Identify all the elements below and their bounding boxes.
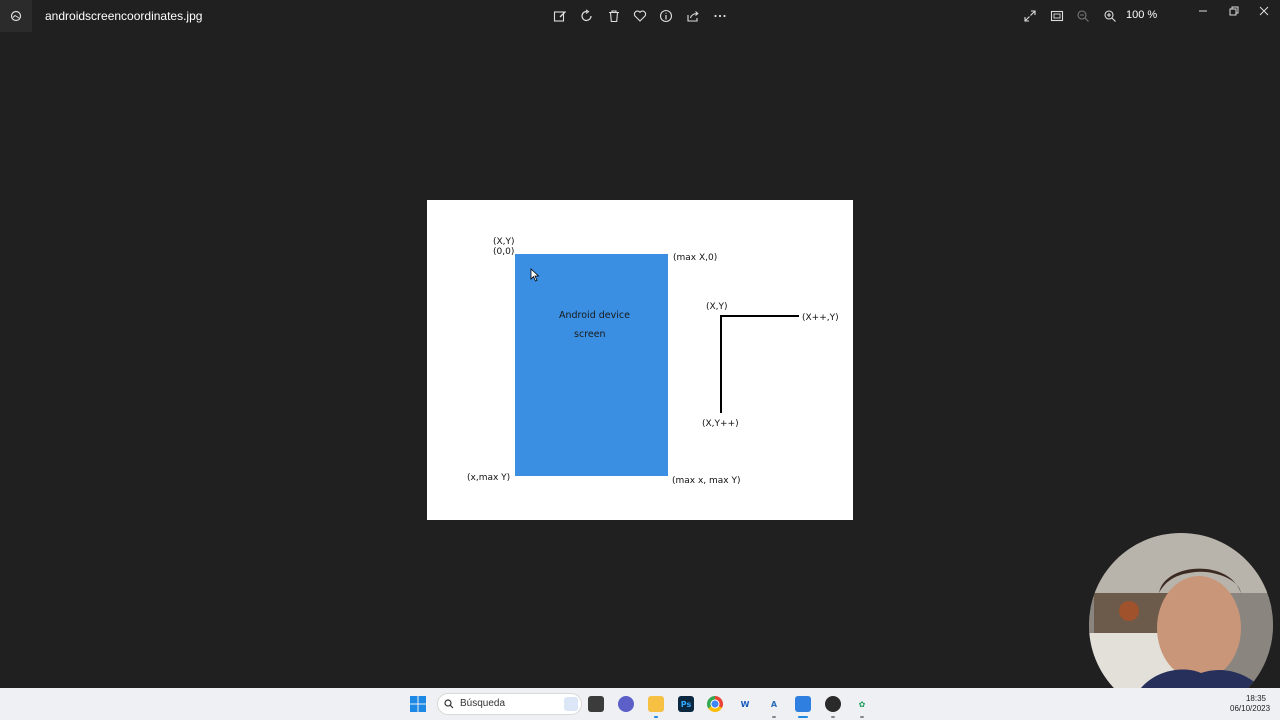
title-bar: androidscreencoordinates.jpg 100 % bbox=[0, 0, 1280, 32]
bottom-right-label: (max x, max Y) bbox=[672, 476, 741, 486]
app-green-running-indicator bbox=[860, 716, 864, 718]
photoshop-icon[interactable]: Ps bbox=[678, 696, 694, 712]
rotate-icon[interactable] bbox=[576, 6, 598, 26]
obs-icon[interactable] bbox=[825, 696, 841, 712]
axis-y-label: (X,Y++) bbox=[702, 419, 739, 429]
app-icon[interactable]: A bbox=[766, 696, 782, 712]
bottom-left-label: (x,max Y) bbox=[467, 473, 511, 483]
photos-icon[interactable] bbox=[795, 696, 811, 712]
origin-xy-label: (X,Y) bbox=[493, 237, 515, 247]
top-right-label: (max X,0) bbox=[673, 253, 718, 263]
full-screen-icon[interactable] bbox=[1019, 6, 1041, 26]
info-icon[interactable] bbox=[655, 6, 677, 26]
windows-start-icon[interactable] bbox=[410, 696, 426, 712]
taskbar-search[interactable]: Búsqueda bbox=[437, 693, 582, 715]
file-manager-icon[interactable] bbox=[588, 696, 604, 712]
mouse-cursor-icon bbox=[530, 268, 540, 282]
close-button[interactable] bbox=[1249, 0, 1279, 22]
word-icon[interactable]: W bbox=[737, 696, 753, 712]
axis-origin-label: (X,Y) bbox=[706, 302, 728, 312]
clock[interactable]: 18:35 06/10/2023 bbox=[1230, 694, 1271, 714]
y-axis-line bbox=[720, 315, 722, 413]
folder-icon[interactable] bbox=[648, 696, 664, 712]
photos-app-icon bbox=[0, 0, 32, 32]
folder-running-indicator bbox=[654, 716, 658, 718]
zoom-in-icon[interactable] bbox=[1099, 6, 1121, 26]
delete-icon[interactable] bbox=[603, 6, 625, 26]
chrome-icon[interactable] bbox=[707, 696, 723, 712]
displayed-image[interactable]: (X,Y) (0,0) Android device screen (max X… bbox=[427, 200, 853, 520]
zoom-level[interactable]: 100 % bbox=[1126, 9, 1157, 21]
minimize-button[interactable] bbox=[1188, 0, 1218, 22]
taskbar: Búsqueda Ps W A ✿ 18:35 06/10/2023 bbox=[0, 688, 1280, 720]
teams-chat-icon[interactable] bbox=[618, 696, 634, 712]
app-green-icon[interactable]: ✿ bbox=[854, 696, 870, 712]
more-icon[interactable] bbox=[709, 6, 731, 26]
file-name: androidscreencoordinates.jpg bbox=[45, 9, 203, 23]
photos-active-indicator bbox=[798, 716, 808, 718]
search-icon bbox=[444, 699, 454, 709]
screen-text-line2: screen bbox=[574, 329, 606, 340]
share-icon[interactable] bbox=[682, 6, 704, 26]
clock-time: 18:35 bbox=[1245, 694, 1266, 703]
restore-button[interactable] bbox=[1219, 0, 1249, 22]
x-axis-line bbox=[720, 315, 799, 317]
favorite-icon[interactable] bbox=[629, 6, 651, 26]
clock-date: 06/10/2023 bbox=[1230, 704, 1271, 713]
search-placeholder: Búsqueda bbox=[460, 698, 506, 709]
obs-running-indicator bbox=[831, 716, 835, 718]
fit-window-icon[interactable] bbox=[1046, 6, 1068, 26]
android-screen-rect: Android device screen bbox=[515, 254, 668, 476]
axis-x-label: (X++,Y) bbox=[802, 313, 839, 323]
bing-icon[interactable] bbox=[564, 697, 578, 711]
edit-image-icon[interactable] bbox=[549, 6, 571, 26]
zoom-out-icon[interactable] bbox=[1072, 6, 1094, 26]
screen-text-line1: Android device bbox=[559, 310, 630, 321]
app-running-indicator bbox=[772, 716, 776, 718]
origin-zero-label: (0,0) bbox=[493, 247, 515, 257]
